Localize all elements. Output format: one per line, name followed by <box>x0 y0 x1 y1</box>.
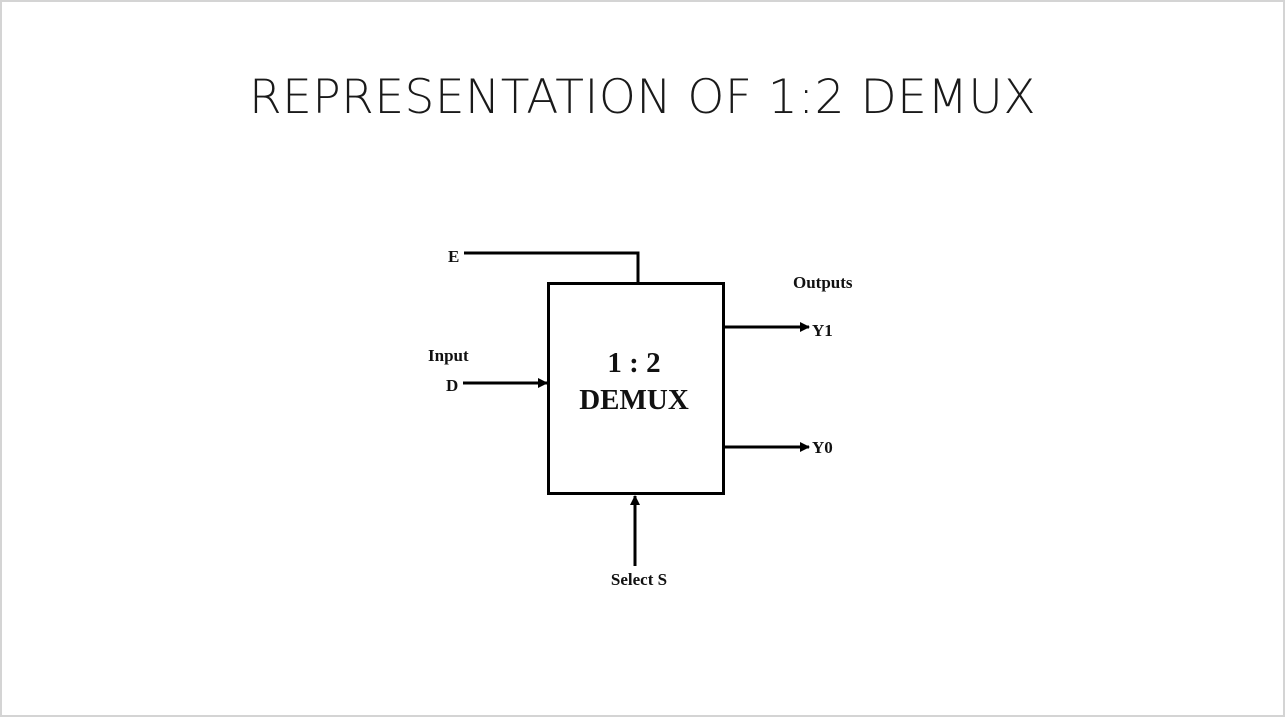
output-y0-label: Y0 <box>812 438 833 457</box>
input-label: Input <box>428 346 469 365</box>
enable-label: E <box>448 247 459 266</box>
demux-diagram: E 1 : 2 DEMUX Input D Outputs Y1 Y0 Sele… <box>428 247 853 589</box>
slide: REPRESENTATION OF 1:2 DEMUX E 1 : 2 DEMU… <box>0 0 1285 717</box>
select-label: Select S <box>611 570 667 589</box>
block-name-label: DEMUX <box>579 384 689 416</box>
output-y1-label: Y1 <box>812 321 833 340</box>
input-signal-label: D <box>446 376 458 395</box>
outputs-label: Outputs <box>793 273 853 292</box>
enable-line <box>464 251 640 283</box>
block-ratio-label: 1 : 2 <box>607 347 660 379</box>
